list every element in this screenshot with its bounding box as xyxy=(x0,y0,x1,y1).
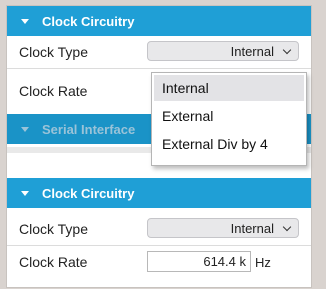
clock-type-value: Internal xyxy=(230,44,274,59)
clock-rate-input[interactable]: 614.4 k xyxy=(147,251,251,272)
clock-rate-unit: Hz xyxy=(255,255,271,270)
clock-type-select[interactable]: Internal xyxy=(147,41,299,61)
section-title: Serial Interface xyxy=(42,121,136,137)
clock-type-value: Internal xyxy=(230,221,274,236)
clock-type-row-top: Clock Type Internal xyxy=(7,36,311,69)
chevron-down-icon xyxy=(21,190,29,196)
chevron-down-icon xyxy=(21,18,29,24)
clock-circuitry-header-bottom[interactable]: Clock Circuitry xyxy=(7,178,311,208)
chevron-down-icon xyxy=(282,45,292,55)
clock-rate-label: Clock Rate xyxy=(19,254,88,270)
clock-type-label: Clock Type xyxy=(19,44,88,60)
clock-type-select[interactable]: Internal xyxy=(147,218,299,238)
dropdown-option-external-div-4[interactable]: External Div by 4 xyxy=(154,131,304,157)
dropdown-option-internal[interactable]: Internal xyxy=(154,75,304,101)
chevron-down-icon xyxy=(282,222,292,232)
settings-panel: Clock Circuitry Clock Type Internal Cloc… xyxy=(6,5,312,288)
section-title: Clock Circuitry xyxy=(42,13,135,29)
clock-type-row-bottom: Clock Type Internal xyxy=(7,213,311,246)
chevron-down-icon xyxy=(21,126,29,132)
clock-type-label: Clock Type xyxy=(19,221,88,237)
clock-type-dropdown-menu: Internal External External Div by 4 xyxy=(151,72,307,166)
clock-circuitry-header-top[interactable]: Clock Circuitry xyxy=(7,6,311,36)
dropdown-option-external[interactable]: External xyxy=(154,103,304,129)
clock-rate-row-bottom: Clock Rate 614.4 k Hz xyxy=(7,246,311,278)
section-title: Clock Circuitry xyxy=(42,185,135,201)
clock-rate-label: Clock Rate xyxy=(19,83,88,99)
